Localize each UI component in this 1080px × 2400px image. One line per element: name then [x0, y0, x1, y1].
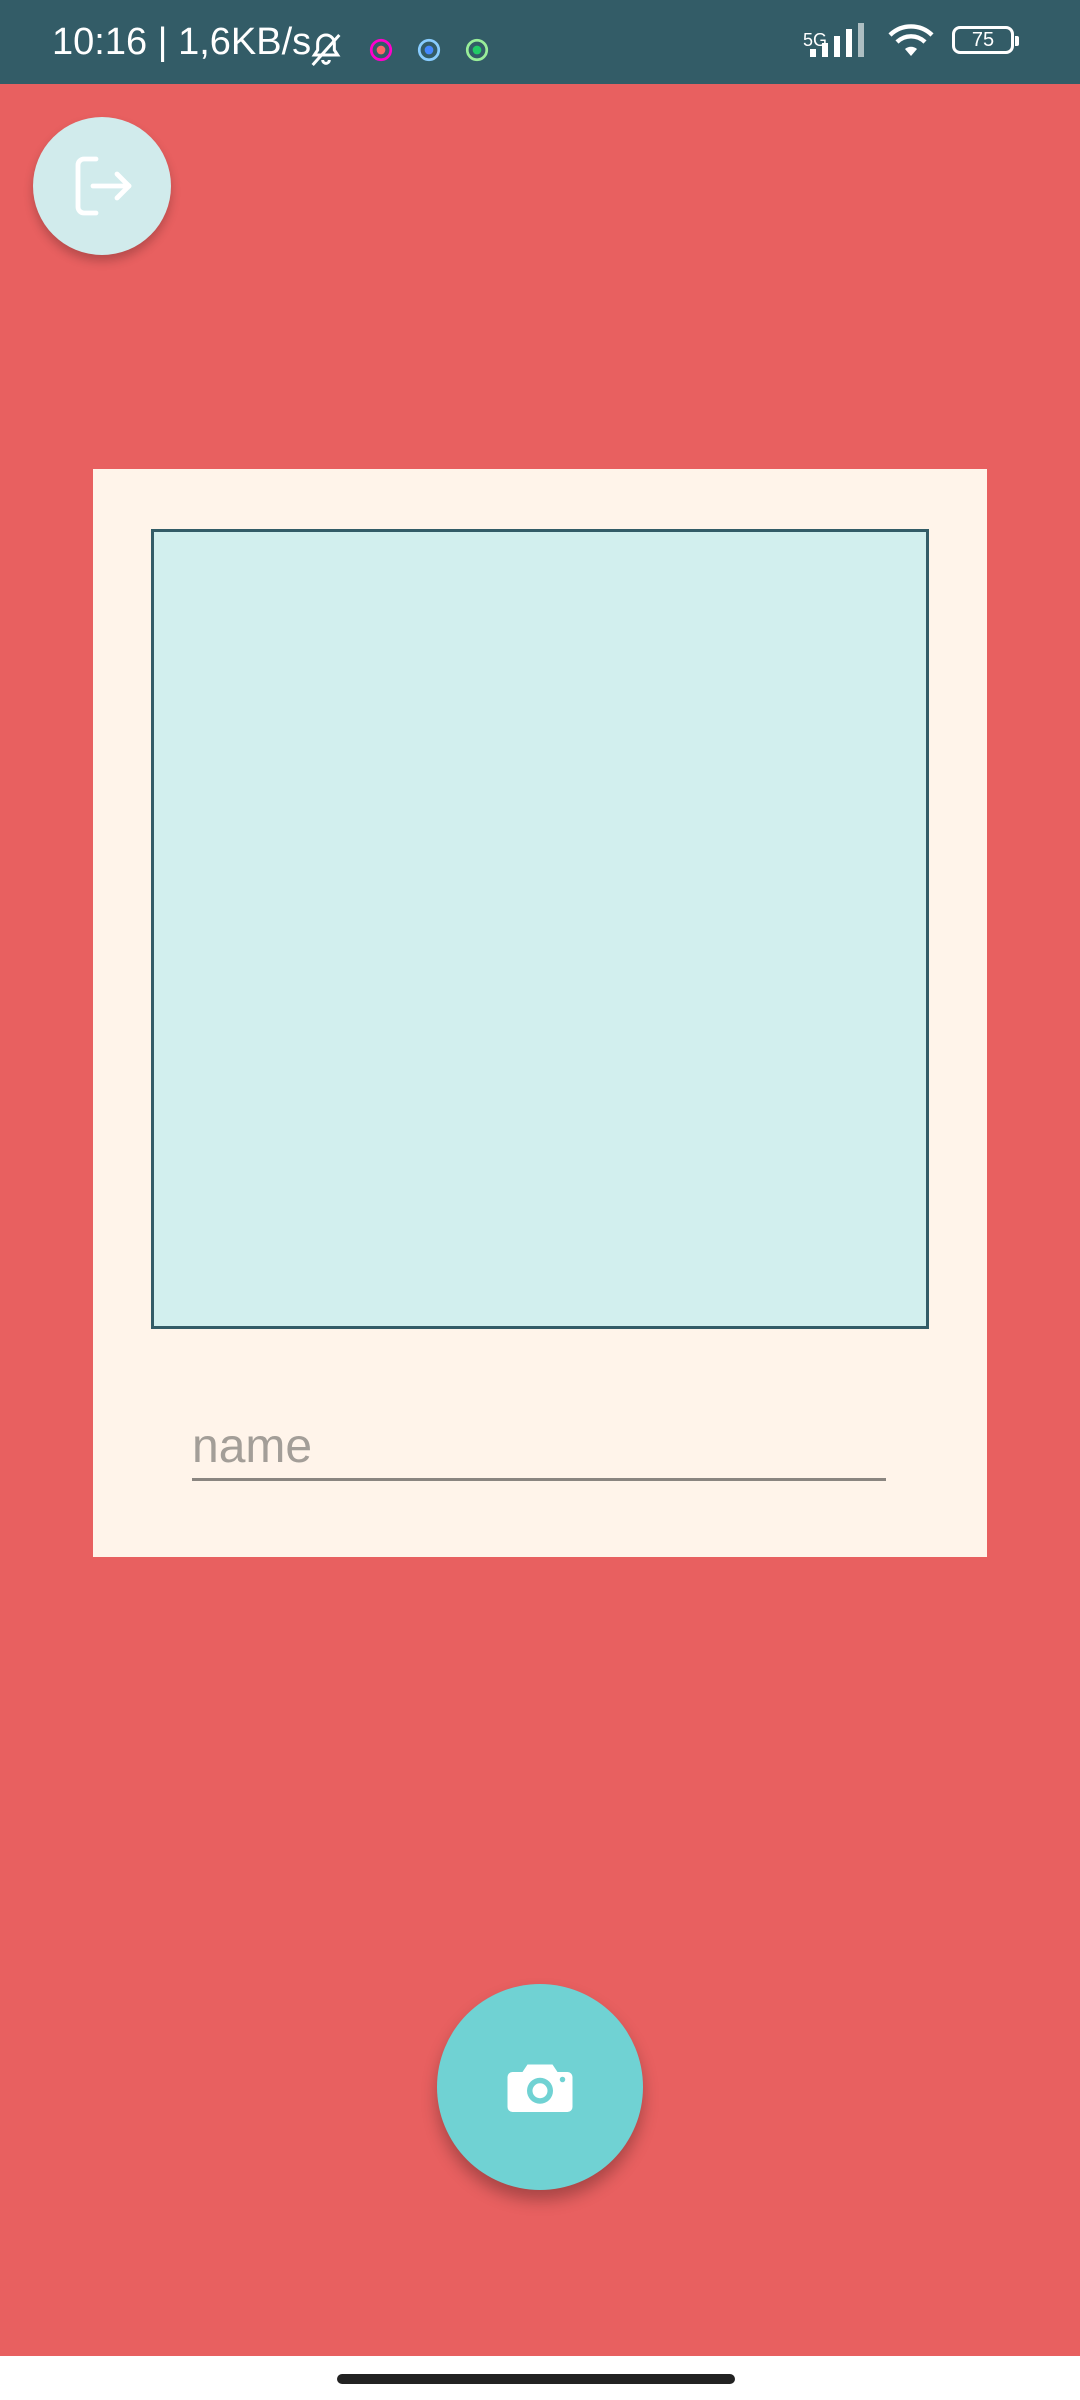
camera-button[interactable] [437, 1984, 643, 2190]
status-notification-icons [306, 30, 490, 70]
logout-icon [75, 156, 132, 216]
app-notification-icon [417, 38, 441, 62]
photo-preview[interactable] [151, 529, 929, 1329]
status-system-icons: 75 [804, 20, 1019, 60]
name-input[interactable] [192, 1414, 886, 1481]
wifi-icon [888, 24, 934, 56]
polaroid-card [93, 469, 987, 1557]
app-notification-icon [465, 38, 489, 62]
home-indicator[interactable] [337, 2374, 735, 2384]
camera-icon [507, 2064, 573, 2112]
bell-off-icon [311, 33, 341, 66]
status-bar: 10:16 | 1,6KB/s 5G 75 [0, 0, 1080, 84]
app-notification-icon [369, 38, 393, 62]
battery-icon: 75 [952, 26, 1019, 54]
battery-level: 75 [971, 28, 995, 51]
signal-icon [810, 23, 864, 57]
logout-button[interactable] [33, 117, 171, 255]
status-time: 10:16 | 1,6KB/s [52, 21, 312, 63]
